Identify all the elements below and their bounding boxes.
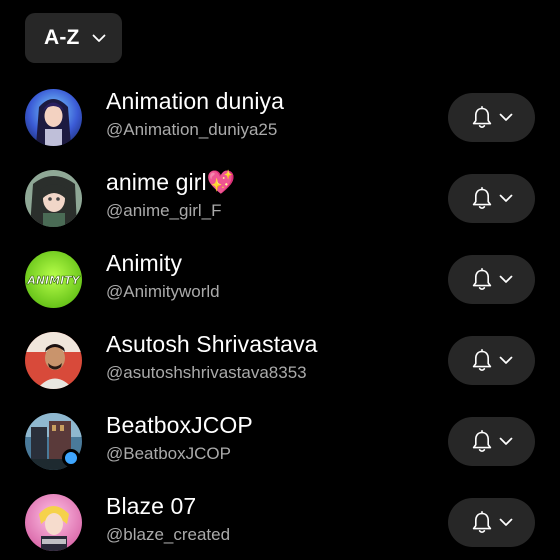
bell-icon (472, 510, 491, 533)
chevron-down-icon (499, 518, 512, 526)
channel-name[interactable]: anime girl💖 (106, 169, 235, 196)
channel-name[interactable]: Asutosh Shrivastava (106, 331, 318, 358)
subscription-row[interactable]: Animation duniya @Animation_duniya25 (0, 77, 560, 158)
bell-icon (472, 105, 491, 128)
notification-settings-button[interactable] (448, 417, 535, 466)
subscription-row[interactable]: Blaze 07 @blaze_created (0, 482, 560, 560)
channel-handle: @blaze_created (106, 525, 231, 544)
svg-text:ANIMITY: ANIMITY (26, 274, 80, 287)
channel-handle: @anime_girl_F (106, 201, 222, 220)
sort-label: A-Z (44, 26, 80, 49)
chevron-down-icon (499, 194, 512, 202)
channel-avatar[interactable] (25, 170, 82, 227)
chevron-down-icon (499, 113, 512, 121)
notification-settings-button[interactable] (448, 93, 535, 142)
new-content-indicator (62, 449, 80, 467)
subscription-row[interactable]: Asutosh Shrivastava @asutoshshrivastava8… (0, 320, 560, 401)
bell-icon (472, 267, 491, 290)
notification-settings-button[interactable] (448, 255, 535, 304)
channel-avatar[interactable] (25, 494, 82, 551)
chevron-down-icon (499, 437, 512, 445)
channel-handle: @asutoshshrivastava8353 (106, 363, 307, 382)
channel-name[interactable]: Blaze 07 (106, 493, 196, 520)
bell-icon (472, 186, 491, 209)
notification-settings-button[interactable] (448, 498, 535, 547)
subscription-row[interactable]: anime girl💖 @anime_girl_F (0, 158, 560, 239)
chevron-down-icon (499, 356, 512, 364)
subscription-row[interactable]: BeatboxJCOP @BeatboxJCOP (0, 401, 560, 482)
channel-handle: @Animation_duniya25 (106, 120, 278, 139)
sort-dropdown-button[interactable]: A-Z (25, 13, 122, 63)
channel-avatar[interactable]: ANIMITY (25, 251, 82, 308)
notification-settings-button[interactable] (448, 174, 535, 223)
channel-avatar[interactable] (25, 332, 82, 389)
channel-handle: @BeatboxJCOP (106, 444, 231, 463)
channel-name[interactable]: BeatboxJCOP (106, 412, 253, 439)
bell-icon (472, 429, 491, 452)
channel-name[interactable]: Animation duniya (106, 88, 284, 115)
notification-settings-button[interactable] (448, 336, 535, 385)
channel-avatar[interactable] (25, 89, 82, 146)
subscription-row[interactable]: ANIMITY Animity @Animityworld (0, 239, 560, 320)
chevron-down-icon (92, 31, 106, 45)
bell-icon (472, 348, 491, 371)
channel-name[interactable]: Animity (106, 250, 182, 277)
channel-handle: @Animityworld (106, 282, 220, 301)
chevron-down-icon (499, 275, 512, 283)
